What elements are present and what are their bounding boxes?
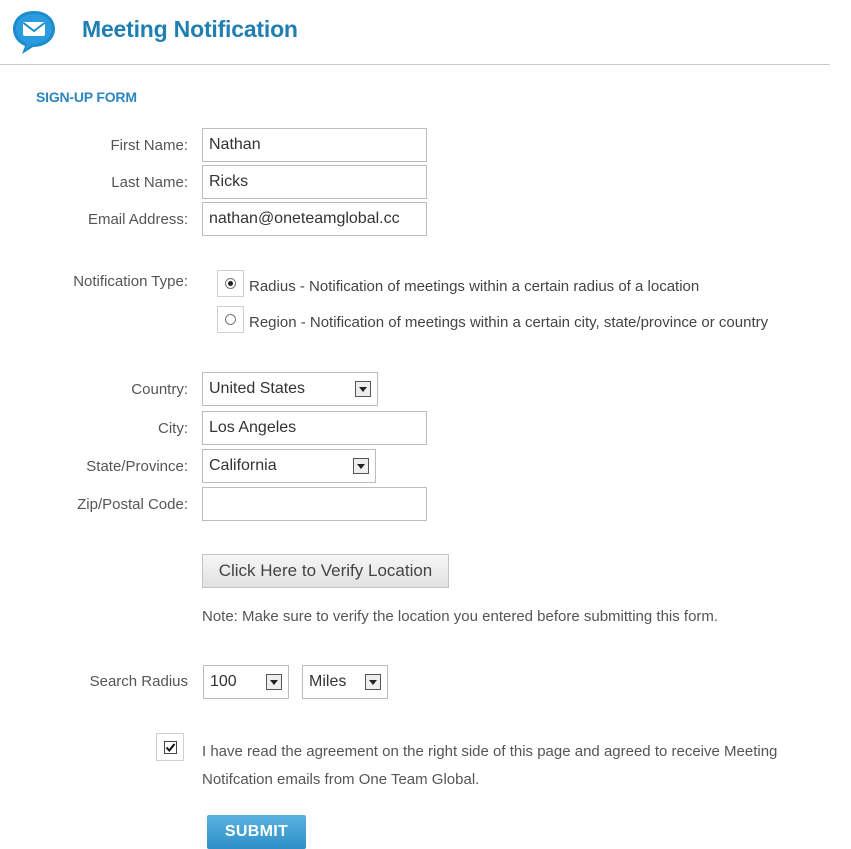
email-label: Email Address: [87, 211, 188, 228]
radius-option-label: Radius - Notification of meetings within… [249, 278, 700, 295]
agreement-text: I have read the agreement on the right s… [202, 743, 778, 788]
first-name-label: First Name: [110, 137, 188, 154]
search-radius-label: Search Radius [89, 673, 188, 690]
notification-type-label: Notification Type: [73, 273, 188, 290]
radio-selected-icon [225, 278, 236, 289]
chat-bubble-envelope-logo-icon [10, 8, 58, 56]
region-option-label: Region - Notification of meetings within… [249, 314, 769, 331]
country-label: Country: [131, 381, 188, 398]
chevron-down-icon [353, 458, 369, 474]
section-title: SIGN-UP FORM [36, 89, 137, 105]
agreement-checkbox[interactable] [156, 733, 184, 761]
search-radius-value: 100 [210, 673, 237, 690]
zip-input[interactable] [202, 487, 427, 521]
last-name-value: Ricks [209, 173, 249, 190]
city-value: Los Angeles [209, 419, 297, 436]
first-name-value: Nathan [209, 136, 261, 153]
country-value: United States [209, 380, 306, 397]
state-select[interactable]: California [202, 449, 376, 483]
region-radio[interactable] [217, 306, 244, 333]
last-name-label: Last Name: [111, 174, 188, 191]
state-value: California [209, 457, 277, 474]
email-input[interactable]: nathan@oneteamglobal.cc [202, 202, 427, 236]
chevron-down-icon [365, 674, 381, 690]
verify-note: Note: Make sure to verify the location y… [202, 608, 719, 625]
zip-label: Zip/Postal Code: [77, 496, 188, 513]
radius-unit-select[interactable]: Miles [302, 665, 388, 699]
state-label: State/Province: [86, 458, 188, 475]
email-value: nathan@oneteamglobal.cc [209, 210, 400, 227]
first-name-input[interactable]: Nathan [202, 128, 427, 162]
radius-unit-value: Miles [309, 673, 347, 690]
page-title: Meeting Notification [82, 16, 298, 42]
verify-location-button[interactable]: Click Here to Verify Location [202, 554, 449, 588]
checkmark-icon [163, 740, 177, 754]
city-input[interactable]: Los Angeles [202, 411, 427, 445]
radio-unselected-icon [225, 314, 236, 325]
radius-radio[interactable] [217, 270, 244, 297]
search-radius-select[interactable]: 100 [203, 665, 289, 699]
country-select[interactable]: United States [202, 372, 378, 406]
chevron-down-icon [355, 381, 371, 397]
city-label: City: [158, 420, 188, 437]
header-divider [0, 64, 830, 65]
chevron-down-icon [266, 674, 282, 690]
last-name-input[interactable]: Ricks [202, 165, 427, 199]
